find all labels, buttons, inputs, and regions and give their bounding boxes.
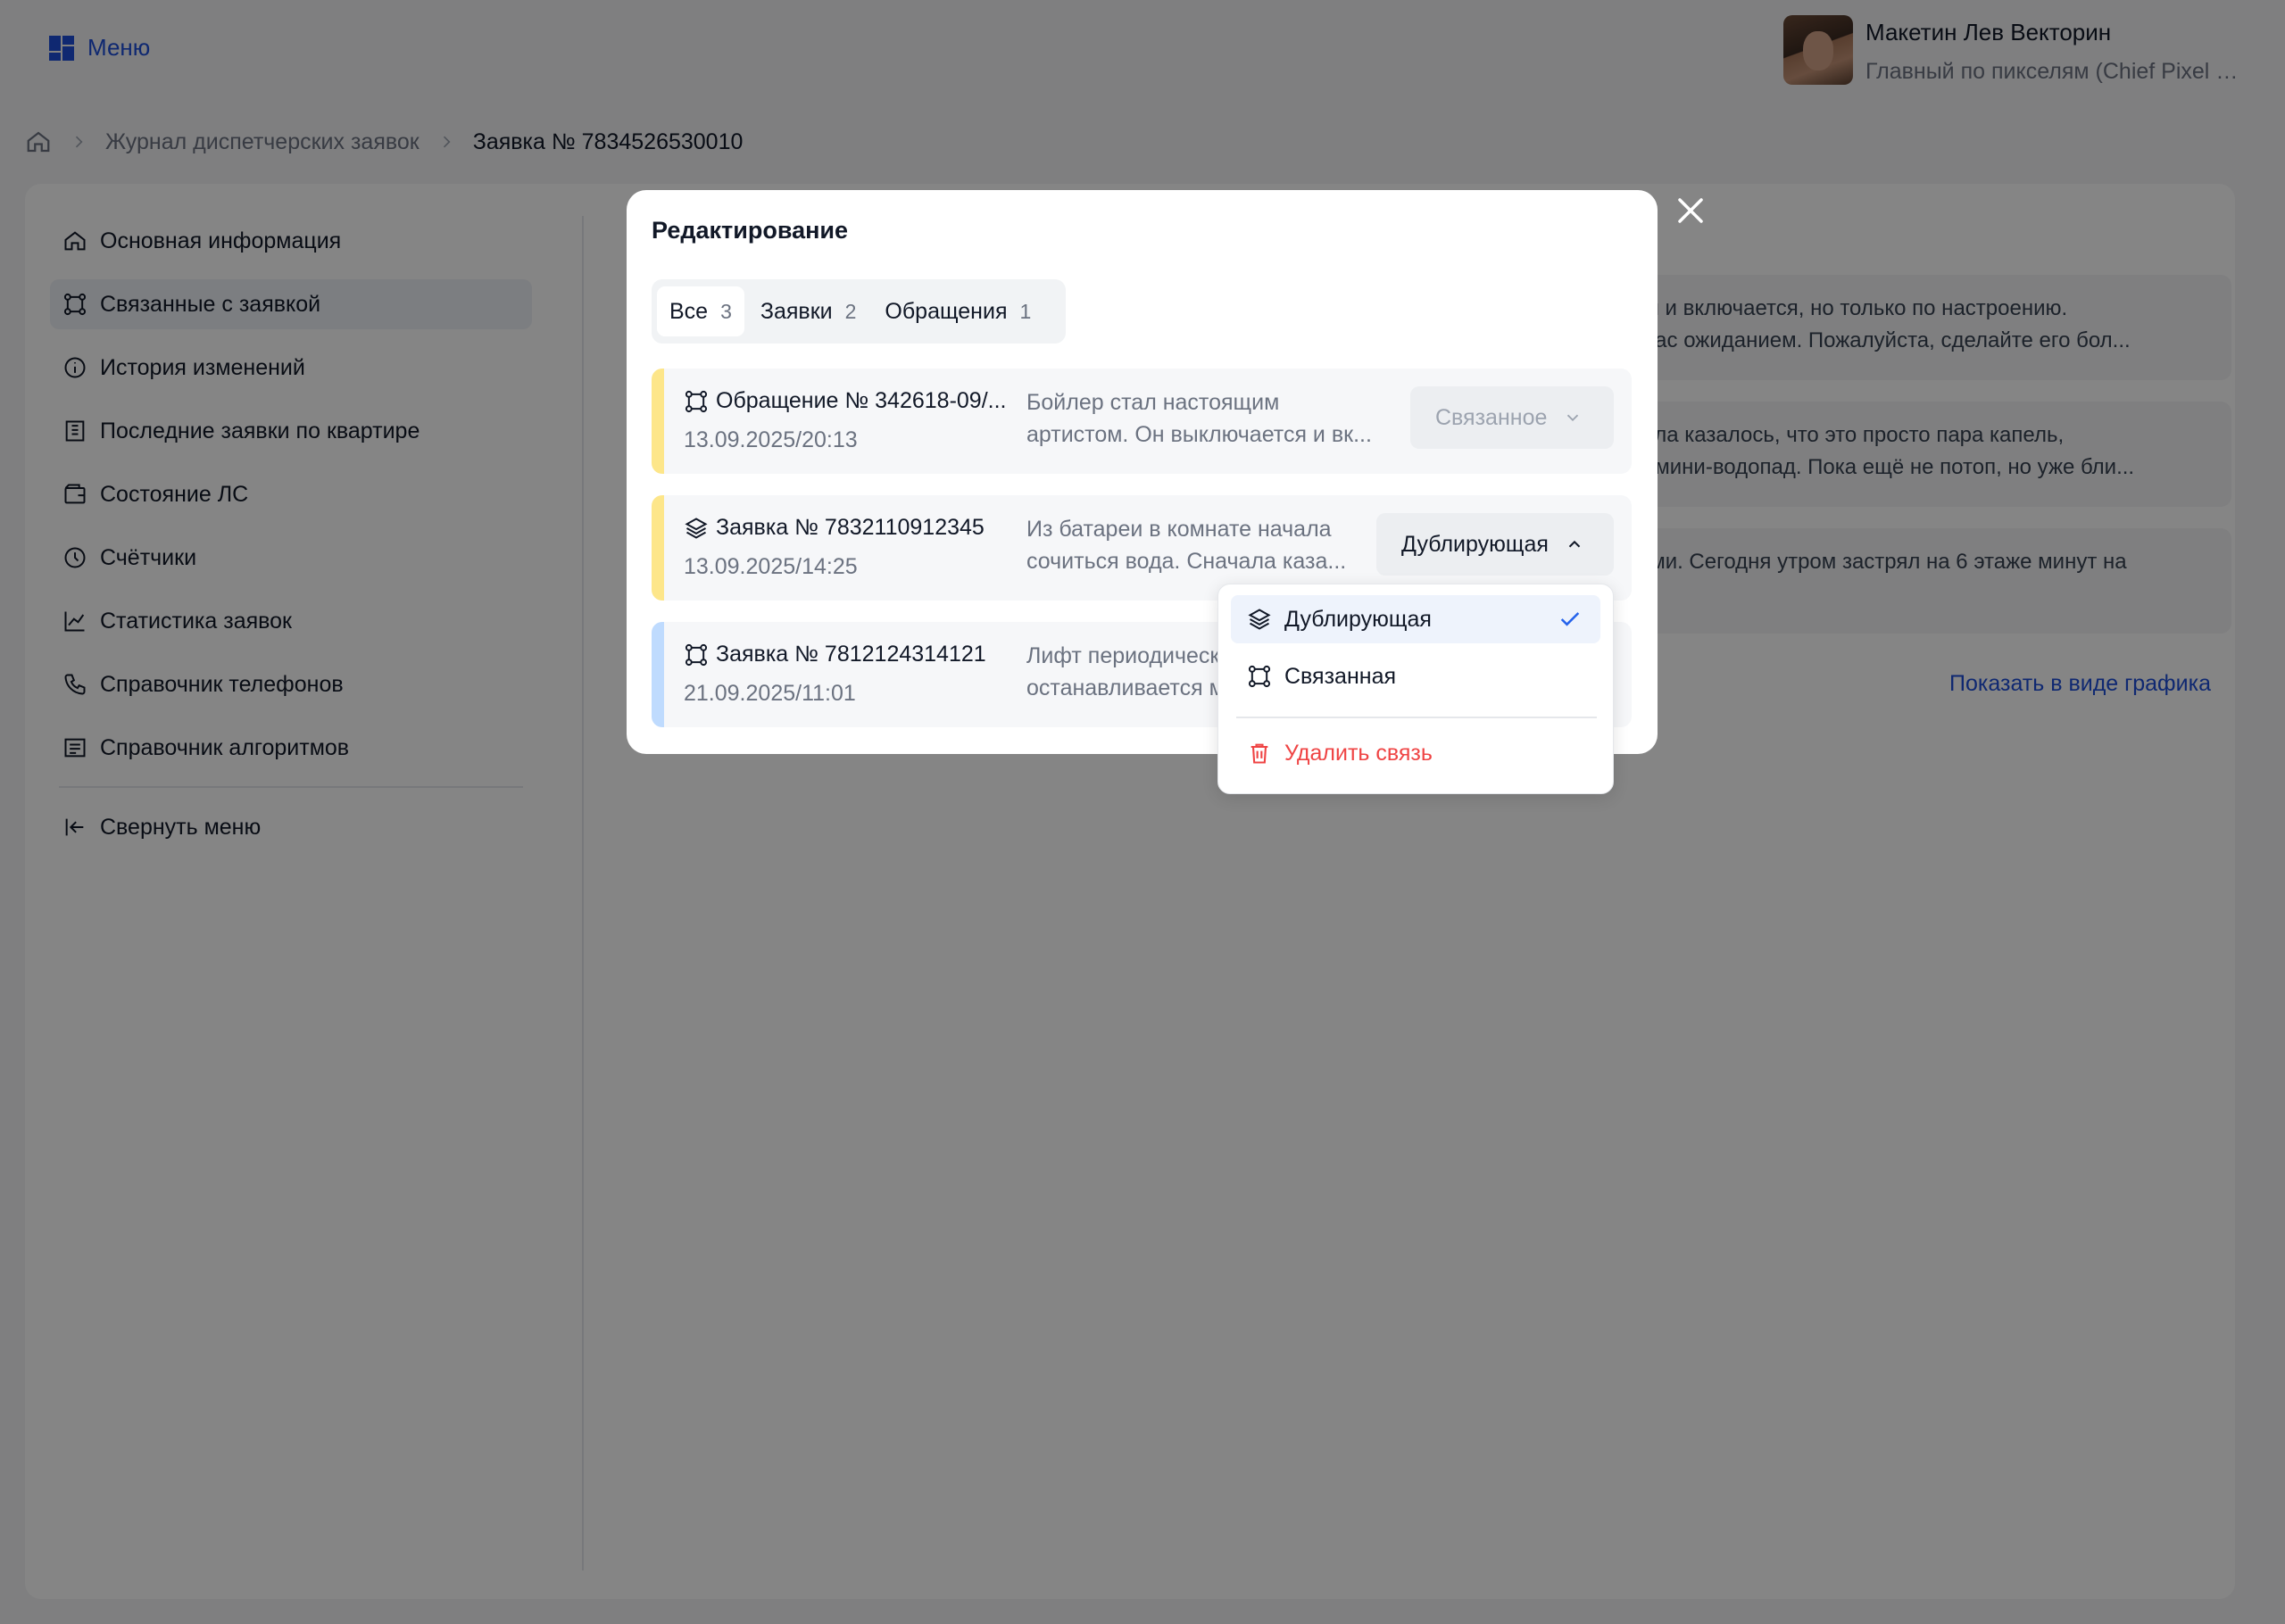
link-icon xyxy=(685,390,708,412)
relation-value: Дублирующая xyxy=(1401,531,1549,557)
check-icon xyxy=(1560,612,1580,626)
trash-icon xyxy=(1251,743,1268,764)
row-title[interactable]: Заявка № 7812124314121 xyxy=(684,642,1009,667)
dropdown-divider xyxy=(1236,717,1597,718)
option-label: Дублирующая xyxy=(1284,606,1432,632)
delete-link-button[interactable]: Удалить связь xyxy=(1231,729,1600,777)
relation-value: Связанное xyxy=(1435,404,1548,430)
option-label: Удалить связь xyxy=(1284,740,1433,766)
row-title[interactable]: Заявка № 7832110912345 xyxy=(684,515,1009,541)
tab-label: Обращения xyxy=(885,298,1008,324)
relation-select: Связанное xyxy=(1410,386,1614,449)
row-title-text: Заявка № 7812124314121 xyxy=(716,642,986,667)
row-title[interactable]: Обращение № 342618-09/... xyxy=(684,388,1009,414)
option-related[interactable]: Связанная xyxy=(1231,652,1600,700)
row-description: Из батареи в комнате начала сочиться вод… xyxy=(1026,513,1357,577)
row-date: 13.09.2025/14:25 xyxy=(684,554,858,579)
close-icon[interactable] xyxy=(1673,193,1708,228)
tab-label: Заявки xyxy=(760,298,833,324)
row-title-text: Заявка № 7832110912345 xyxy=(716,515,985,540)
row-status-bar xyxy=(652,369,664,474)
description-line: артистом. Он выключается и вк... xyxy=(1026,422,1372,447)
layers-icon xyxy=(1248,609,1271,630)
option-duplicate[interactable]: Дублирующая xyxy=(1231,595,1600,643)
tab-label: Все xyxy=(669,298,709,324)
chevron-up-icon xyxy=(1568,540,1581,548)
description-line: сочиться вода. Сначала каза... xyxy=(1026,549,1347,574)
row-date: 21.09.2025/11:01 xyxy=(684,681,856,706)
chevron-down-icon xyxy=(1567,414,1579,422)
related-row: Обращение № 342618-09/... 13.09.2025/20:… xyxy=(652,369,1632,474)
row-title-text: Обращение № 342618-09/... xyxy=(716,388,1007,413)
option-label: Связанная xyxy=(1284,663,1397,689)
row-description: Бойлер стал настоящим артистом. Он выклю… xyxy=(1026,386,1383,451)
relation-select[interactable]: Дублирующая xyxy=(1376,513,1614,576)
link-icon xyxy=(1248,665,1271,688)
tab-all[interactable]: Все 3 xyxy=(657,286,744,336)
filter-tabs: Все 3 Заявки 2 Обращения 1 xyxy=(652,279,1066,344)
tab-appeals[interactable]: Обращения 1 xyxy=(872,286,1043,336)
tab-count: 2 xyxy=(844,299,857,323)
layers-icon xyxy=(685,517,708,539)
row-date: 13.09.2025/20:13 xyxy=(684,427,858,452)
description-line: Бойлер стал настоящим xyxy=(1026,390,1280,415)
tab-count: 3 xyxy=(720,299,732,323)
tab-requests[interactable]: Заявки 2 xyxy=(748,286,869,336)
row-status-bar xyxy=(652,495,664,601)
relation-dropdown: Дублирующая Связанная Удалить связь xyxy=(1217,584,1614,794)
row-status-bar xyxy=(652,622,664,727)
link-icon xyxy=(685,643,708,666)
modal-title: Редактирование xyxy=(652,217,849,244)
tab-count: 1 xyxy=(1019,299,1032,323)
description-line: Из батареи в комнате начала xyxy=(1026,517,1332,542)
